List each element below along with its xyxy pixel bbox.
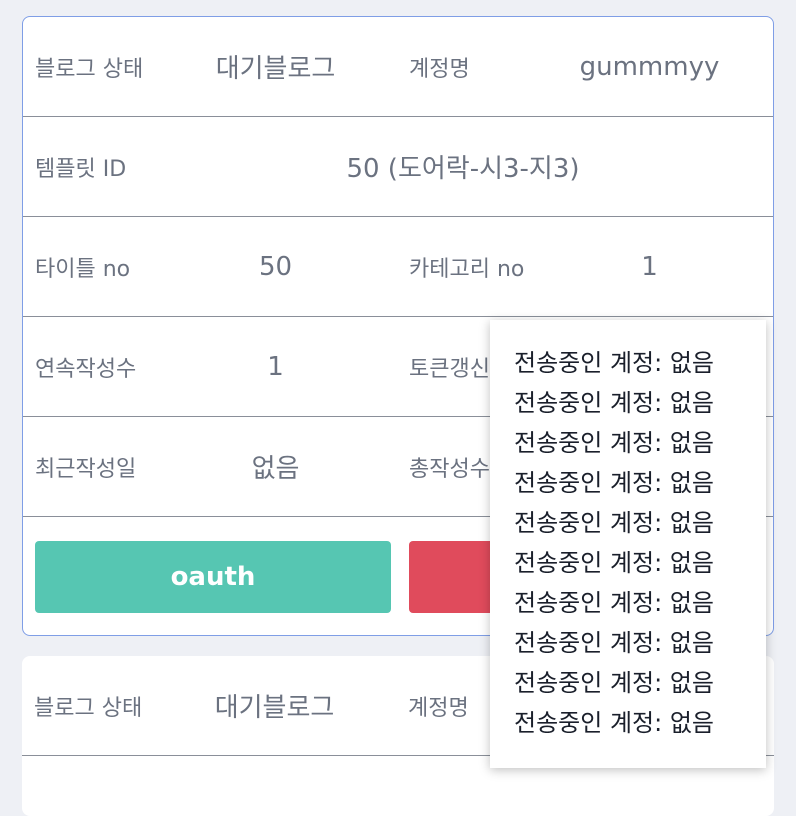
category-no-value: 1 [641,251,658,282]
account-label: 계정명 [409,56,470,82]
popup-item: 전송중인 계정: 없음 [514,548,714,577]
popup-item: 전송중인 계정: 없음 [514,348,714,377]
recent-date-label: 최근작성일 [35,456,137,482]
popup-item: 전송중인 계정: 없음 [514,508,714,537]
blog-status-row: 블로그 상태 대기블로그 계정명 gummmyy [23,17,773,117]
popup-item: 전송중인 계정: 없음 [514,468,714,497]
blog-status-label: 블로그 상태 [35,56,144,82]
template-label: 템플릿 ID [35,156,127,182]
category-no-label: 카테고리 no [409,256,525,282]
title-category-row: 타이틀 no 50 카테고리 no 1 [23,217,773,317]
blog-status-label: 블로그 상태 [34,695,143,721]
popup-item: 전송중인 계정: 없음 [514,628,714,657]
sending-accounts-popup: 전송중인 계정: 없음 전송중인 계정: 없음 전송중인 계정: 없음 전송중인… [490,320,766,768]
template-value: 50 (도어락-시3-지3) [346,154,580,184]
title-no-value: 50 [258,251,293,282]
token-refresh-label: 토큰갱신 [409,356,490,382]
template-row: 템플릿 ID 50 (도어락-시3-지3) [23,117,773,217]
popup-item: 전송중인 계정: 없음 [514,668,714,697]
blog-status-value: 대기블로그 [214,693,335,723]
consecutive-label: 연속작성수 [35,356,137,382]
title-no-label: 타이틀 no [35,256,131,282]
popup-item: 전송중인 계정: 없음 [514,708,714,737]
popup-item: 전송중인 계정: 없음 [514,428,714,457]
account-value: gummmyy [579,51,720,82]
blog-status-value: 대기블로그 [215,54,336,84]
recent-date-value: 없음 [251,454,300,484]
consecutive-value: 1 [267,351,284,382]
popup-item: 전송중인 계정: 없음 [514,588,714,617]
account-label: 계정명 [408,695,469,721]
popup-item: 전송중인 계정: 없음 [514,388,714,417]
total-count-label: 총작성수 [409,456,490,482]
oauth-button[interactable]: oauth [35,541,391,613]
